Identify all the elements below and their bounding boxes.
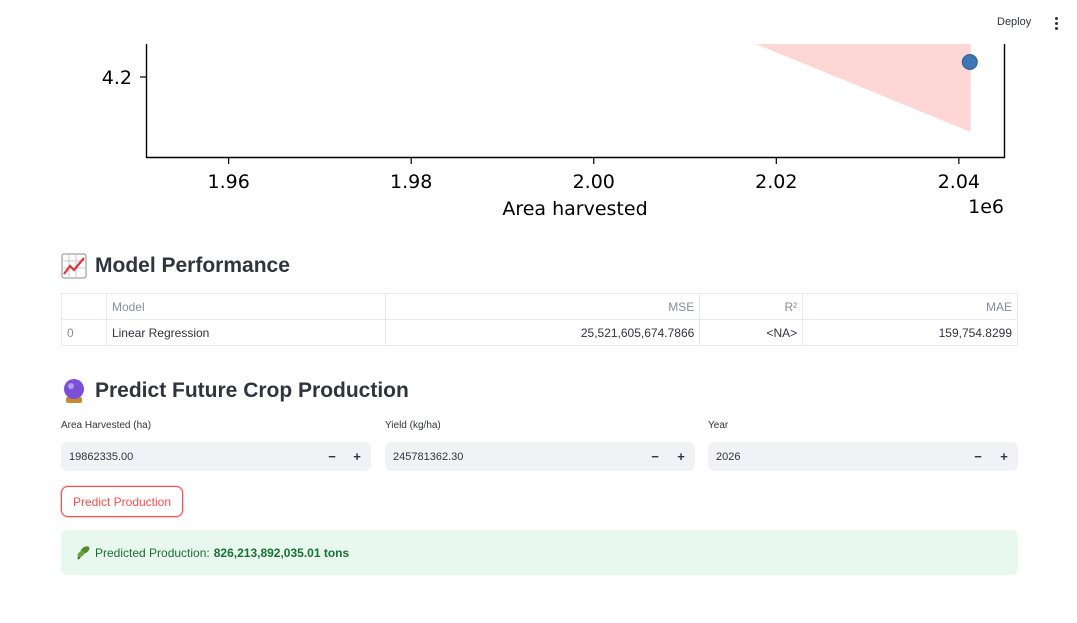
area-harvested-input[interactable] (61, 442, 301, 471)
column-header-mae[interactable]: MAE (802, 293, 1018, 320)
year-box: − + (708, 442, 1018, 471)
deploy-button[interactable]: Deploy (993, 16, 1035, 28)
more-vert-icon[interactable] (1048, 15, 1064, 31)
table-row: 0 Linear Regression 25,521,605,674.7866 … (61, 319, 1018, 346)
table-header-row: Model MSE R² MAE (61, 293, 1018, 320)
x-axis-label: Area harvested (502, 198, 647, 220)
yield-label: Yield (kg/ha) (385, 420, 441, 431)
chart-ticks-layer: 1.96 1.98 2.00 2.02 2.04 4.2 (102, 67, 980, 193)
data-point (961, 54, 978, 70)
area-harvested-field: Area Harvested (ha) − + (61, 420, 371, 471)
column-header-model[interactable]: Model (105, 293, 386, 320)
row-index-cell: 0 (61, 319, 107, 346)
prediction-result-alert: Predicted Production: 826,213,892,035.01… (61, 530, 1018, 575)
x-tick-label: 2.04 (938, 171, 980, 193)
column-header-r2[interactable]: R² (699, 293, 804, 320)
seedling-icon (77, 545, 90, 560)
year-increment-button[interactable]: + (991, 442, 1017, 471)
x-tick-label: 2.02 (755, 171, 797, 193)
model-cell[interactable]: Linear Regression (105, 319, 386, 346)
r2-cell[interactable]: <NA> (699, 319, 804, 346)
predict-title: Predict Future Crop Production (95, 379, 409, 402)
result-prefix: Predicted Production: (95, 545, 210, 560)
year-label: Year (708, 420, 729, 431)
yield-decrement-button[interactable]: − (642, 442, 668, 471)
result-value: 826,213,892,035.01 tons (213, 545, 350, 560)
model-performance-title: Model Performance (95, 254, 290, 277)
predict-heading: Predict Future Crop Production (61, 378, 409, 404)
x-offset-label: 1e6 (968, 196, 1004, 218)
chart-increasing-icon (61, 253, 87, 279)
area-harvested-label: Area Harvested (ha) (61, 420, 152, 431)
area-decrement-button[interactable]: − (319, 442, 345, 471)
app-header: Deploy (0, 0, 1077, 44)
year-decrement-button[interactable]: − (965, 442, 991, 471)
predict-production-button[interactable]: Predict Production (61, 486, 183, 517)
y-tick-label: 4.2 (102, 67, 132, 89)
x-tick-label: 1.96 (207, 171, 249, 193)
yield-increment-button[interactable]: + (668, 442, 694, 471)
yield-input[interactable] (385, 442, 625, 471)
area-increment-button[interactable]: + (344, 442, 370, 471)
yield-field: Yield (kg/ha) − + (385, 420, 695, 471)
yield-box: − + (385, 442, 695, 471)
year-field: Year − + (708, 420, 1018, 471)
x-tick-label: 1.98 (390, 171, 432, 193)
chart-points-layer (961, 54, 978, 70)
chart-band-layer (753, 43, 971, 132)
crystal-ball-icon (64, 379, 84, 403)
x-tick-label: 2.00 (573, 171, 615, 193)
mae-cell[interactable]: 159,754.8299 (802, 319, 1018, 346)
area-harvested-box: − + (61, 442, 371, 471)
confidence-band (753, 43, 971, 132)
mse-cell[interactable]: 25,521,605,674.7866 (384, 319, 701, 346)
model-performance-heading: Model Performance (61, 253, 290, 279)
year-input[interactable] (708, 442, 948, 471)
model-performance-table: Model MSE R² MAE 0 Linear Regression 25,… (61, 293, 1018, 346)
column-header-index (61, 293, 107, 320)
column-header-mse[interactable]: MSE (384, 293, 701, 320)
